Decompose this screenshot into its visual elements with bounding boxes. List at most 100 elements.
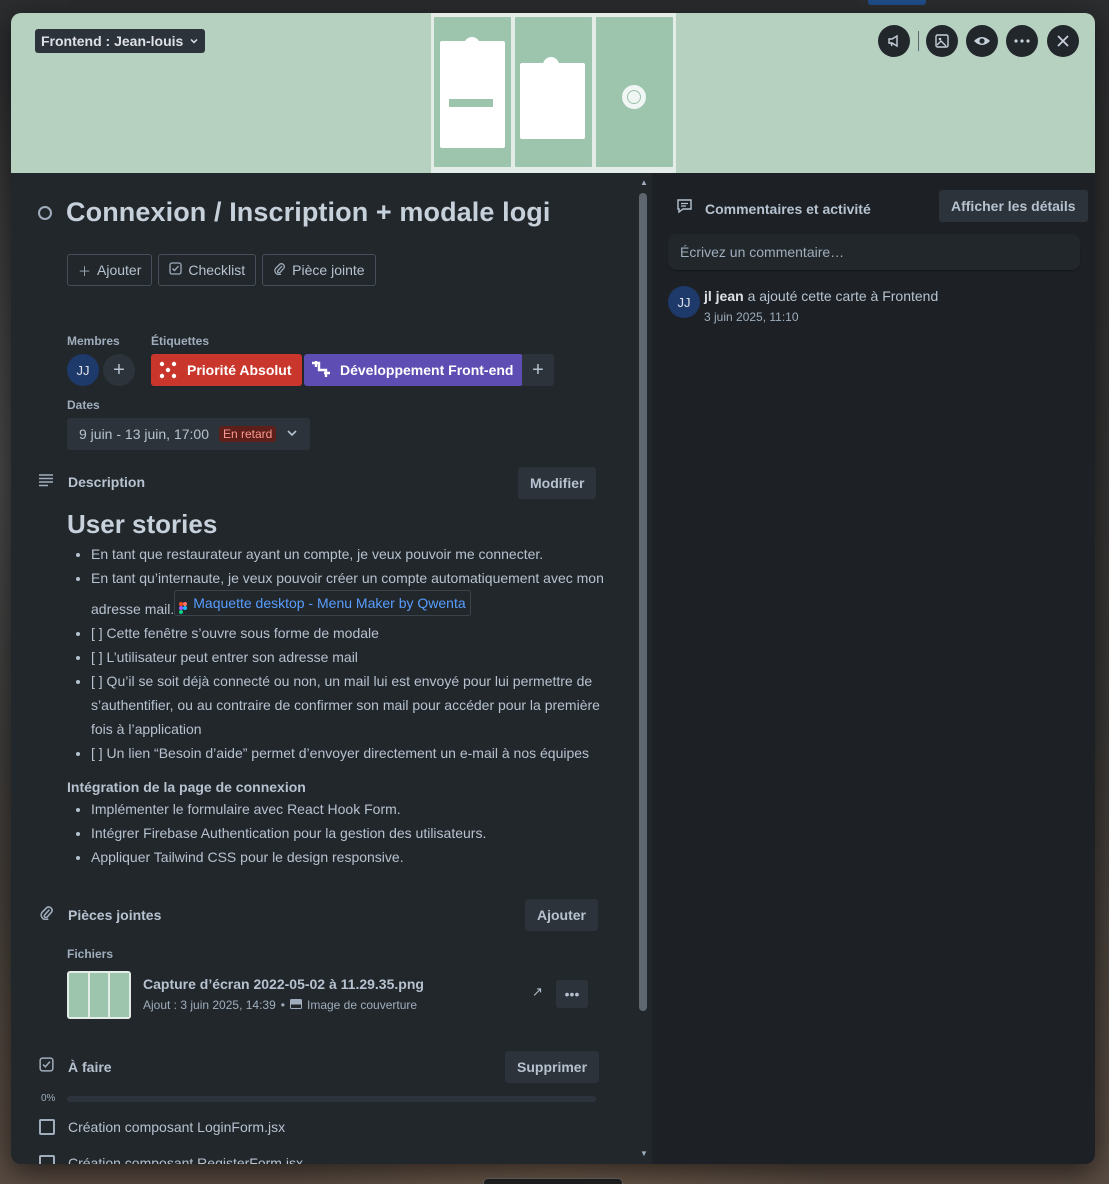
list-item: [ ] Un lien “Besoin d’aide” permet d’env… <box>91 741 607 765</box>
dates-button[interactable]: 9 juin - 13 juin, 17:00 En retard <box>67 418 311 450</box>
close-icon[interactable] <box>1047 25 1079 57</box>
add-label-button[interactable]: + <box>522 354 554 386</box>
background-strip <box>70 0 860 6</box>
chevron-down-icon <box>286 426 298 442</box>
card-cover[interactable]: Frontend : Jean-louis <box>11 13 1095 173</box>
card-title[interactable]: Connexion / Inscription + modale logi <box>66 197 551 228</box>
checklist-title: À faire <box>68 1058 112 1075</box>
attachment-meta: Ajout : 3 juin 2025, 14:39 • Image de co… <box>143 998 417 1012</box>
scrollbar-thumb[interactable] <box>639 193 647 1011</box>
add-member-button[interactable]: + <box>103 354 135 386</box>
late-badge: En retard <box>218 426 277 442</box>
attachment-button-label: Pièce jointe <box>292 262 365 278</box>
description-content[interactable]: User stories En tant que restaurateur ay… <box>67 509 607 869</box>
scroll-down-arrow[interactable]: ▼ <box>638 1149 650 1158</box>
label-text: Développement Front-end <box>340 362 514 378</box>
activity-entry: jl jean a ajouté cette carte à Frontend <box>704 288 938 304</box>
cover-divider <box>918 31 919 51</box>
background-pill <box>483 1178 623 1184</box>
checklist-icon <box>169 262 183 278</box>
activity-title: Commentaires et activité <box>705 200 871 217</box>
bullet-separator: • <box>280 998 285 1012</box>
checklist-button-label: Checklist <box>188 262 246 278</box>
checklist-item[interactable]: Création composant LoginForm.jsx <box>39 1119 285 1135</box>
files-label: Fichiers <box>67 947 114 961</box>
checklist-icon <box>38 1057 54 1076</box>
list-item: Implémenter le formulaire avec React Hoo… <box>91 797 607 821</box>
figma-icon <box>179 597 188 614</box>
megaphone-icon[interactable] <box>878 25 910 57</box>
card-actions: ＋ Ajouter Checklist Pièce jointe <box>67 254 376 286</box>
activity-header: Commentaires et activité <box>676 198 871 219</box>
edit-description-button[interactable]: Modifier <box>518 467 597 499</box>
list-item: [ ] Qu’il se soit déjà connecté ou non, … <box>91 669 607 741</box>
cover-image <box>431 13 676 173</box>
show-details-button[interactable]: Afficher les détails <box>939 190 1088 222</box>
activity-timestamp[interactable]: 3 juin 2025, 11:10 <box>704 310 799 324</box>
cover-screen-validation <box>596 17 673 167</box>
comment-icon <box>676 198 693 219</box>
label-developpement[interactable]: Développement Front-end <box>304 354 524 386</box>
activity-action: a ajouté cette carte à Frontend <box>747 288 939 304</box>
external-link-icon[interactable]: ↗ <box>532 984 543 1000</box>
cover-screen-login <box>434 17 511 167</box>
activity-user[interactable]: jl jean <box>704 288 744 304</box>
label-priorite[interactable]: Priorité Absolut <box>151 354 302 386</box>
checklist-progress <box>67 1096 596 1102</box>
cover-image-icon <box>289 998 302 1012</box>
smart-link-text: Maquette desktop - Menu Maker by Qwenta <box>193 595 466 611</box>
attachment-more-button[interactable]: ••• <box>556 980 588 1008</box>
checklist-item[interactable]: Création composant RegisterForm.jsx <box>39 1155 303 1164</box>
attachment-button[interactable]: Pièce jointe <box>262 254 376 286</box>
attachments-header: Pièces jointes <box>38 905 161 924</box>
cover-image-label: Image de couverture <box>306 998 418 1012</box>
background-button <box>868 0 926 5</box>
figma-smart-link[interactable]: Maquette desktop - Menu Maker by Qwenta <box>174 590 471 616</box>
label-text: Priorité Absolut <box>187 362 292 378</box>
dates-value: 9 juin - 13 juin, 17:00 <box>79 426 209 442</box>
add-button[interactable]: ＋ Ajouter <box>67 254 153 286</box>
chevron-down-icon <box>189 33 199 49</box>
list-item: Appliquer Tailwind CSS pour le design re… <box>91 845 607 869</box>
complete-toggle[interactable] <box>38 205 52 220</box>
comment-input[interactable]: Écrivez un commentaire… <box>668 234 1080 270</box>
paperclip-icon <box>38 905 54 924</box>
members-label: Membres <box>67 334 120 348</box>
eye-icon[interactable] <box>966 25 998 57</box>
description-title: Description <box>68 474 146 490</box>
member-avatar[interactable]: JJ <box>67 354 99 386</box>
add-button-label: Ajouter <box>97 262 142 278</box>
checklist-button[interactable]: Checklist <box>158 254 257 286</box>
checklist-item-text: Création composant LoginForm.jsx <box>68 1119 286 1135</box>
attachment-thumbnail[interactable] <box>67 971 131 1019</box>
activity-panel: Commentaires et activité Afficher les dé… <box>652 173 1095 1164</box>
paperclip-icon <box>273 262 286 278</box>
description-subheading: Intégration de la page de connexion <box>67 779 306 795</box>
more-icon[interactable] <box>1006 25 1038 57</box>
add-attachment-button[interactable]: Ajouter <box>525 899 598 931</box>
board-list-label: Frontend : Jean-louis <box>41 33 184 49</box>
dots-pattern-icon <box>157 359 179 381</box>
image-icon[interactable] <box>926 25 958 57</box>
user-stories-list: En tant que restaurateur ayant un compte… <box>67 542 607 765</box>
list-item: [ ] Cette fenêtre s’ouvre sous forme de … <box>91 621 607 645</box>
checkbox[interactable] <box>39 1155 55 1164</box>
card-main-column: Connexion / Inscription + modale logi ＋ … <box>11 173 651 1164</box>
zigzag-pattern-icon <box>310 359 332 381</box>
list-item: Intégrer Firebase Authentication pour la… <box>91 821 607 845</box>
checkbox[interactable] <box>39 1119 55 1135</box>
more-icon: ••• <box>564 986 580 1002</box>
description-heading: User stories <box>67 509 218 539</box>
board-list-badge[interactable]: Frontend : Jean-louis <box>35 29 206 53</box>
plus-icon: + <box>113 358 125 381</box>
description-header: Description <box>38 473 145 491</box>
dates-label: Dates <box>67 398 100 412</box>
scroll-up-arrow[interactable]: ▲ <box>638 178 650 187</box>
activity-avatar[interactable]: JJ <box>668 286 700 318</box>
description-icon <box>38 473 54 491</box>
plus-icon: ＋ <box>78 263 92 279</box>
attachment-file-name[interactable]: Capture d’écran 2022-05-02 à 11.29.35.pn… <box>143 976 424 992</box>
checklist-percent: 0% <box>41 1093 56 1104</box>
delete-checklist-button[interactable]: Supprimer <box>505 1051 600 1083</box>
attachments-title: Pièces jointes <box>68 906 162 923</box>
